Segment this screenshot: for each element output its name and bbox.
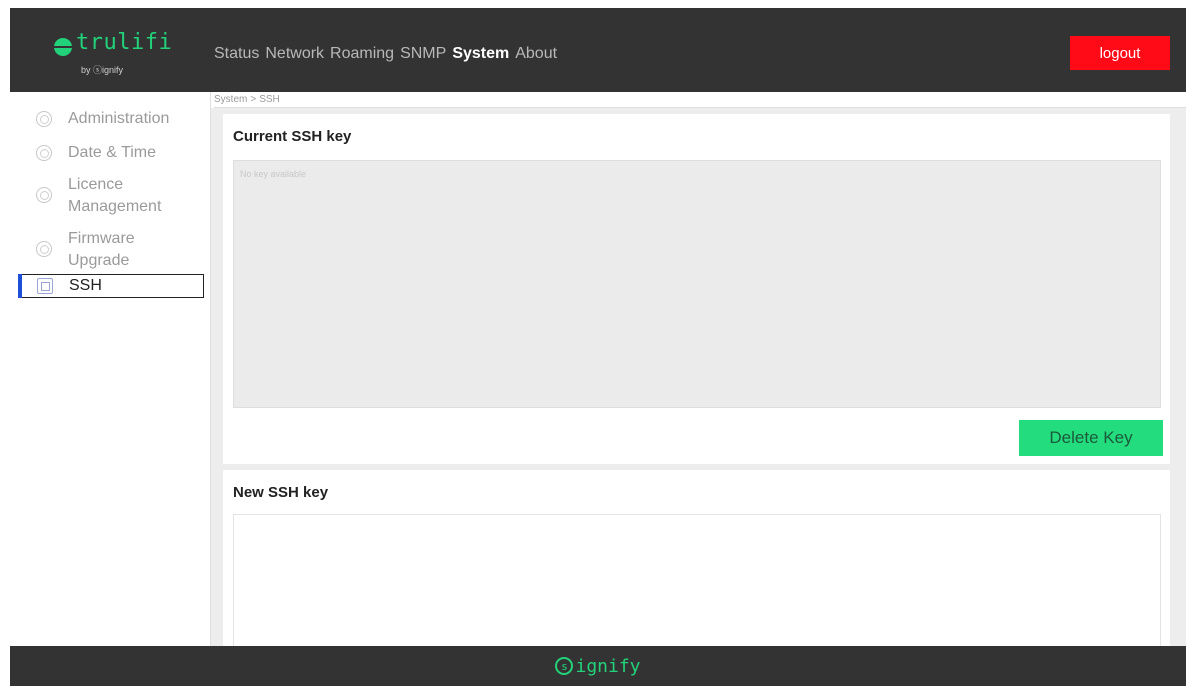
sidebar-item-label: Firmware Upgrade xyxy=(68,230,135,269)
sidebar-item-date-time[interactable]: Date & Time xyxy=(18,142,204,164)
sidebar-item-label: SSH xyxy=(69,277,102,294)
new-key-title: New SSH key xyxy=(233,484,329,501)
top-header: trulifi by ⓢignify Status Network Roamin… xyxy=(10,8,1186,92)
trulifi-logo-icon xyxy=(52,38,74,56)
sidebar-item-label: Date & Time xyxy=(68,144,157,161)
sidebar-item-label: Administration xyxy=(68,110,170,127)
trulifi-logo[interactable]: trulifi by ⓢignify xyxy=(52,30,182,80)
sidebar: Administration Date & Time Licence Manag… xyxy=(10,92,211,646)
sidebar-item-administration[interactable]: Administration xyxy=(18,108,204,130)
gear-icon xyxy=(36,111,52,127)
current-key-placeholder: No key available xyxy=(240,169,307,179)
current-key-display: No key available xyxy=(233,160,1161,408)
current-key-title: Current SSH key xyxy=(233,128,352,145)
breadcrumb-parent[interactable]: System xyxy=(214,94,247,105)
nav-about[interactable]: About xyxy=(515,45,557,63)
signify-logo: s ignify xyxy=(555,655,641,677)
brand-subtitle: by ⓢignify xyxy=(81,65,124,75)
nav-status[interactable]: Status xyxy=(214,45,259,63)
breadcrumb-current: SSH xyxy=(259,94,280,105)
sidebar-item-ssh[interactable]: SSH xyxy=(18,274,204,298)
delete-key-button[interactable]: Delete Key xyxy=(1019,420,1163,456)
brand-name: trulifi xyxy=(76,30,173,55)
nav-network[interactable]: Network xyxy=(265,45,324,63)
app-frame: trulifi by ⓢignify Status Network Roamin… xyxy=(10,8,1186,686)
clock-icon xyxy=(36,145,52,161)
nav-snmp[interactable]: SNMP xyxy=(400,45,446,63)
main-content: Current SSH key No key available Delete … xyxy=(211,108,1186,674)
key-grid-icon xyxy=(37,278,53,294)
refresh-icon xyxy=(36,241,52,257)
nav-system[interactable]: System xyxy=(452,45,509,63)
sidebar-item-firmware-upgrade[interactable]: Firmware Upgrade xyxy=(18,228,204,272)
main-nav: Status Network Roaming SNMP System About xyxy=(214,45,557,63)
nav-roaming[interactable]: Roaming xyxy=(330,45,394,63)
license-icon xyxy=(36,187,52,203)
new-key-card: New SSH key xyxy=(223,470,1170,674)
logout-button[interactable]: logout xyxy=(1070,36,1170,70)
sidebar-item-label: Licence Management xyxy=(68,176,162,215)
footer: s ignify xyxy=(10,646,1186,686)
sidebar-item-licence-management[interactable]: Licence Management xyxy=(18,174,204,218)
signify-s-icon: s xyxy=(555,657,574,675)
current-key-card: Current SSH key No key available Delete … xyxy=(223,114,1170,464)
signify-logo-text: ignify xyxy=(575,655,641,677)
breadcrumb-separator: > xyxy=(250,94,257,105)
breadcrumb: System > SSH xyxy=(214,94,280,105)
